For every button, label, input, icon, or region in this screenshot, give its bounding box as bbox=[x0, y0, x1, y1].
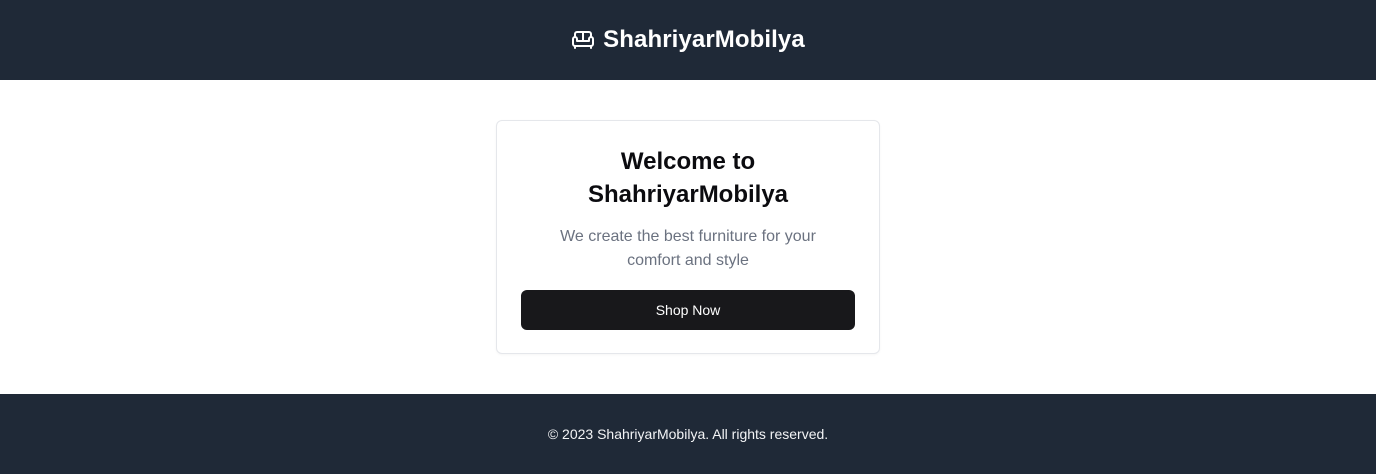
main-content: Welcome to ShahriyarMobilya We create th… bbox=[0, 80, 1376, 394]
site-header: ShahriyarMobilya bbox=[0, 0, 1376, 80]
brand-name: ShahriyarMobilya bbox=[603, 26, 805, 53]
welcome-title: Welcome to ShahriyarMobilya bbox=[587, 148, 789, 208]
copyright-text: © 2023 ShahriyarMobilya. All rights rese… bbox=[547, 426, 829, 442]
welcome-subtitle: We create the best furniture for your co… bbox=[560, 228, 816, 269]
sofa-icon bbox=[571, 28, 595, 52]
welcome-card: Welcome to ShahriyarMobilya We create th… bbox=[496, 120, 880, 354]
brand-link[interactable]: ShahriyarMobilya bbox=[571, 26, 805, 54]
shop-now-button[interactable]: Shop Now bbox=[521, 290, 855, 330]
site-footer: © 2023 ShahriyarMobilya. All rights rese… bbox=[0, 394, 1376, 474]
